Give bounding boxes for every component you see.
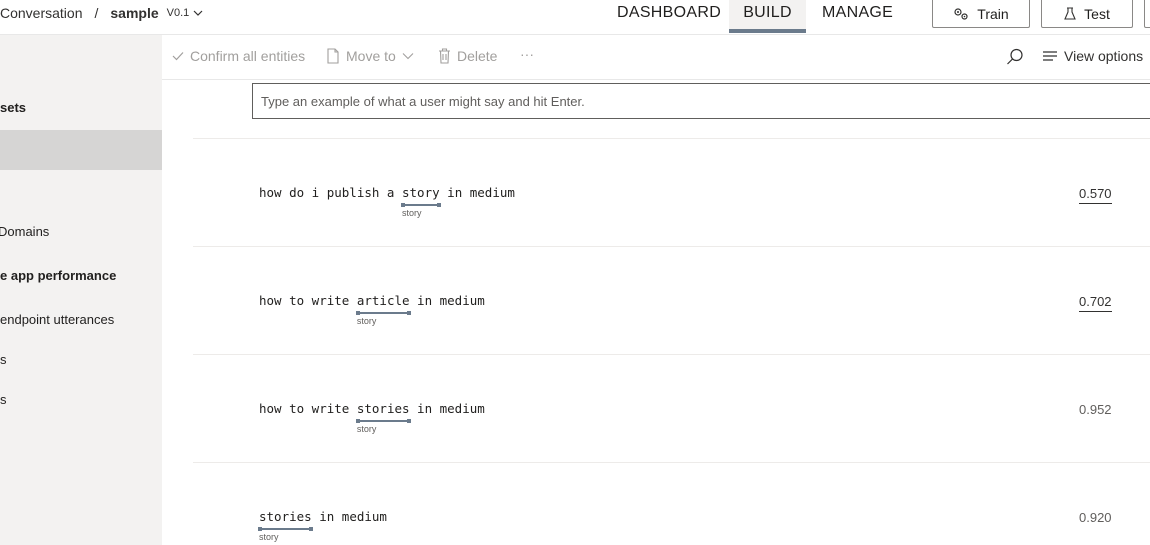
sidebar-item-app-performance[interactable]: e app performance <box>0 268 116 283</box>
sidebar-item-endpoint-utterances[interactable]: endpoint utterances <box>0 312 114 327</box>
lines-icon <box>1043 51 1057 61</box>
trash-icon <box>439 48 450 64</box>
entity-label: story <box>402 208 422 218</box>
entity-chip[interactable]: story story <box>401 185 441 218</box>
move-to-button[interactable]: Move to <box>326 48 414 64</box>
sidebar: sets Domains e app performance endpoint … <box>0 35 162 545</box>
entity-underline <box>401 203 441 207</box>
chevron-down-icon <box>402 53 414 60</box>
flask-icon <box>1064 6 1076 20</box>
move-to-label: Move to <box>346 48 396 64</box>
more-label: ··· <box>520 46 534 62</box>
sidebar-item-selected[interactable] <box>0 130 162 170</box>
confirm-all-entities-label: Confirm all entities <box>190 48 306 64</box>
sidebar-item-domains-label: Domains <box>0 224 50 239</box>
prediction-score[interactable]: 0.702 <box>1079 294 1112 312</box>
utterance-input[interactable]: Type an example of what a user might say… <box>252 83 1150 119</box>
tab-build[interactable]: BUILD <box>729 0 806 33</box>
entity-chip[interactable]: article story <box>355 293 411 326</box>
view-options-button[interactable]: View options <box>1042 48 1143 64</box>
search-icon <box>1007 48 1023 65</box>
version-label[interactable]: V0.1 <box>167 7 190 19</box>
row-divider <box>193 246 1150 247</box>
search-button[interactable] <box>1006 48 1024 66</box>
tab-dashboard[interactable]: DASHBOARD <box>617 0 721 33</box>
test-button[interactable]: Test <box>1041 0 1133 28</box>
sidebar-item-6[interactable]: s <box>0 352 7 367</box>
breadcrumb-root[interactable]: Conversation <box>0 5 83 21</box>
chevron-down-icon[interactable] <box>193 8 203 18</box>
breadcrumb: Conversation / sample V0.1 <box>0 5 203 21</box>
entity-chip[interactable]: stories story <box>258 509 313 542</box>
utterance-input-placeholder: Type an example of what a user might say… <box>261 94 585 109</box>
entity-underline <box>258 527 313 531</box>
sidebar-item-7[interactable]: s <box>0 392 7 407</box>
tab-manage[interactable]: MANAGE <box>822 0 893 33</box>
document-move-icon <box>327 48 339 64</box>
gears-icon <box>954 7 968 20</box>
command-bar: Confirm all entities Move to Delete ··· … <box>162 35 1150 80</box>
row-divider <box>193 354 1150 355</box>
entity-label: story <box>259 532 279 542</box>
confirm-all-entities-button[interactable]: Confirm all entities <box>172 48 305 64</box>
row-divider <box>193 138 1150 139</box>
utterance-text[interactable]: how do i publish a story story in medium <box>259 185 515 218</box>
row-divider <box>193 462 1150 463</box>
test-label: Test <box>1084 5 1110 22</box>
train-label: Train <box>977 5 1009 22</box>
top-bar: Conversation / sample V0.1 DASHBOARD BUI… <box>0 0 1150 35</box>
sidebar-item-domains[interactable]: Domains <box>0 224 49 239</box>
view-options-label: View options <box>1064 48 1144 64</box>
more-options-button[interactable]: ··· <box>520 46 534 62</box>
train-button[interactable]: Train <box>932 0 1030 28</box>
sidebar-item-datasets[interactable]: sets <box>0 100 26 115</box>
breadcrumb-separator: / <box>94 5 99 21</box>
delete-label: Delete <box>457 48 498 64</box>
delete-button[interactable]: Delete <box>438 48 497 64</box>
entity-chip[interactable]: stories story <box>355 401 411 434</box>
prediction-score: 0.920 <box>1079 510 1112 525</box>
entity-label: story <box>356 424 377 434</box>
entity-label: story <box>356 316 377 326</box>
overflow-button[interactable] <box>1144 0 1150 28</box>
prediction-score[interactable]: 0.570 <box>1079 186 1112 204</box>
entity-underline <box>355 311 411 315</box>
utterance-text[interactable]: how to write stories story in medium <box>259 401 485 434</box>
entity-underline <box>355 419 411 423</box>
checkmark-icon <box>172 52 184 61</box>
prediction-score: 0.952 <box>1079 402 1112 417</box>
app-name[interactable]: sample <box>110 5 158 21</box>
utterance-text[interactable]: stories story in medium <box>258 509 387 542</box>
utterance-text[interactable]: how to write article story in medium <box>259 293 485 326</box>
